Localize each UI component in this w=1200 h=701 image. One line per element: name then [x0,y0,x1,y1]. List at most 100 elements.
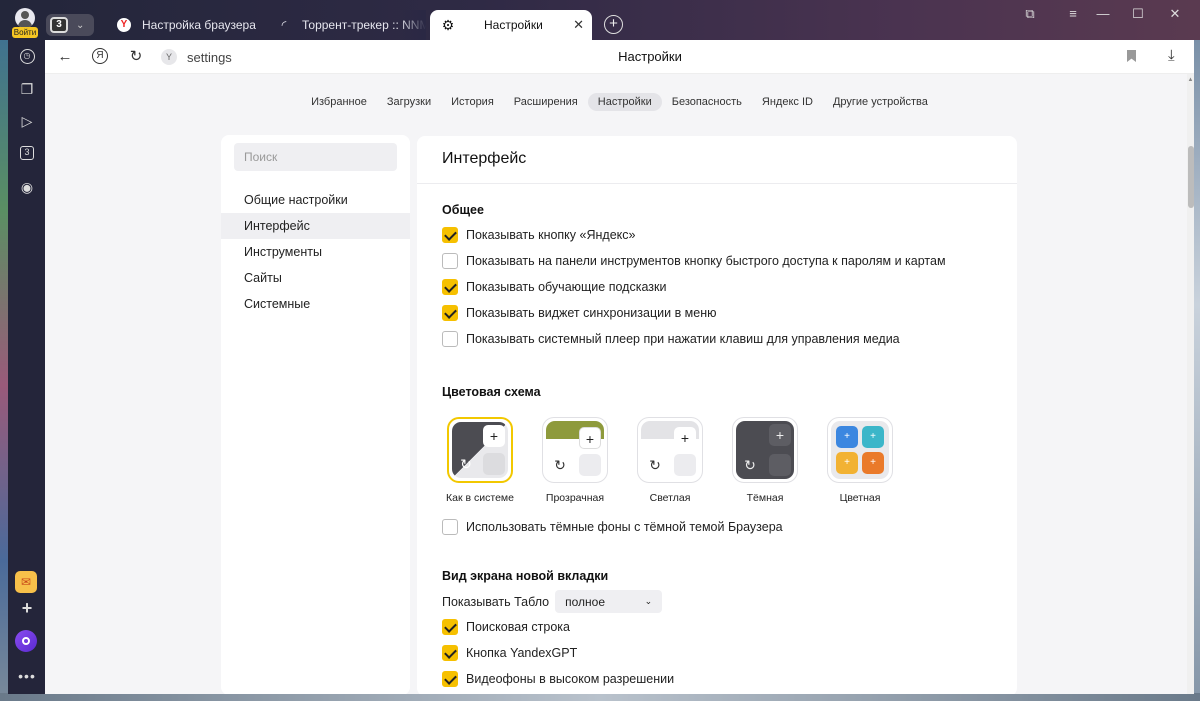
desktop-background [0,0,8,701]
play-icon[interactable]: ▷ [18,112,36,130]
theme-label: Цветная [839,492,881,504]
theme-label: Прозрачная [545,492,605,504]
settings-sidebar: Поиск Общие настройки Интерфейс Инструме… [221,135,410,694]
menu-item-sites[interactable]: Сайты [221,265,410,291]
checkbox[interactable] [442,619,458,635]
checkbox[interactable] [442,519,458,535]
site-info-icon[interactable]: Y [161,49,177,65]
option-passwords-button[interactable]: Показывать на панели инструментов кнопку… [442,253,946,269]
checkbox[interactable] [442,227,458,243]
tab-settings[interactable]: ⚙ Настройки ✕ [430,10,592,40]
option-dark-backgrounds[interactable]: Использовать тёмные фоны с тёмной темой … [442,519,783,535]
theme-light[interactable]: + ↻ Светлая [637,417,703,504]
checkbox[interactable] [442,305,458,321]
mail-icon[interactable]: ✉ [15,571,37,593]
theme-preview: + ↻ [732,417,798,483]
zen-icon[interactable]: 3 [18,144,36,162]
camera-icon[interactable]: ◉ [18,178,36,196]
download-icon[interactable]: ⤓ [1168,47,1175,64]
scrollbar-thumb[interactable] [1188,146,1194,208]
checkbox[interactable] [442,279,458,295]
option-tips[interactable]: Показывать обучающие подсказки [442,279,666,295]
minimize-button[interactable]: — [1088,6,1118,21]
menu-item-interface[interactable]: Интерфейс [221,213,410,239]
browser-titlebar: Войти 3 ⌄ Y Настройка браузера ◜ Торрент… [0,0,1200,40]
theme-label: Как в системе [446,492,514,504]
tab-torrent-tracker[interactable]: ◜ Торрент-трекер :: NNM-C [270,10,426,40]
back-icon[interactable]: ← [56,48,74,66]
option-search-bar[interactable]: Поисковая строка [442,619,570,635]
history-icon[interactable]: ◷ [18,47,36,65]
theme-preview: + + + + [827,417,893,483]
chevron-down-icon: ⌄ [76,19,85,31]
tab-title: Настройка браузера [142,18,256,32]
nav-history[interactable]: История [441,93,504,111]
checkbox[interactable] [442,645,458,661]
nav-other-devices[interactable]: Другие устройства [823,93,938,111]
login-label: Войти [12,27,38,38]
collections-icon[interactable]: ❐ [18,80,36,98]
nav-downloads[interactable]: Загрузки [377,93,441,111]
profile-button[interactable]: Войти [12,8,38,38]
address-bar: ← Я ↻ Y settings Настройки ⤓ [45,40,1194,74]
close-tab-icon[interactable]: ✕ [573,17,584,33]
tab-title: Настройки [484,18,543,32]
theme-picker: + ↻ Как в системе + ↻ Прозрачная + ↻ Све… [446,417,893,504]
settings-top-nav: Избранное Загрузки История Расширения На… [45,93,1194,111]
maximize-button[interactable]: ☐ [1123,6,1153,22]
menu-icon[interactable]: ≡ [1058,6,1088,21]
yandex-button[interactable]: Я [92,48,110,66]
option-system-player[interactable]: Показывать системный плеер при нажатии к… [442,331,900,347]
loading-icon: ◜ [281,18,287,32]
avatar-icon [15,8,35,28]
option-hd-videobackgrounds[interactable]: Видеофоны в высоком разрешении [442,671,674,687]
alice-icon[interactable] [15,630,37,652]
checkbox[interactable] [442,331,458,347]
theme-dark[interactable]: + ↻ Тёмная [732,417,798,504]
show-tablo-row: Показывать Табло полное ⌄ [442,590,663,613]
theme-label: Тёмная [746,492,784,504]
nav-settings[interactable]: Настройки [587,93,662,111]
theme-system[interactable]: + ↻ Как в системе [446,417,514,504]
bookmark-icon[interactable] [1127,50,1136,62]
url-field[interactable]: Y settings [161,49,232,65]
menu-item-tools[interactable]: Инструменты [221,239,410,265]
menu-item-general[interactable]: Общие настройки [221,187,410,213]
chevron-down-icon: ⌄ [644,596,653,606]
reload-icon[interactable]: ↻ [127,48,145,66]
page-title: Настройки [618,49,682,64]
settings-menu: Общие настройки Интерфейс Инструменты Са… [221,187,410,317]
nav-security[interactable]: Безопасность [662,93,752,111]
tab-count-button[interactable]: 3 ⌄ [46,14,94,36]
section-title: Интерфейс [442,150,527,167]
more-icon[interactable]: ••• [18,667,36,685]
menu-item-system[interactable]: Системные [221,291,410,317]
theme-colored[interactable]: + + + + Цветная [827,417,893,504]
settings-content: Интерфейс Общее Показывать кнопку «Яндек… [417,136,1017,694]
nav-favorites[interactable]: Избранное [301,93,377,111]
theme-label: Светлая [649,492,691,504]
page-scrollbar[interactable]: ▲ [1187,74,1194,694]
theme-preview: + ↻ [637,417,703,483]
desktop-background-bottom [0,693,1200,701]
general-heading: Общее [442,203,484,217]
checkbox[interactable] [442,253,458,269]
theme-preview: + ↻ [542,417,608,483]
option-yandex-button[interactable]: Показывать кнопку «Яндекс» [442,227,635,243]
collections-window-icon[interactable]: ⧉ [1015,6,1045,22]
nav-extensions[interactable]: Расширения [504,93,588,111]
settings-search-input[interactable]: Поиск [234,143,397,171]
tab-browser-settings[interactable]: Y Настройка браузера [108,10,266,40]
option-sync-widget[interactable]: Показывать виджет синхронизации в меню [442,305,717,321]
show-tablo-select[interactable]: полное ⌄ [555,590,663,613]
close-window-button[interactable]: ✕ [1160,6,1190,22]
theme-transparent[interactable]: + ↻ Прозрачная [542,417,608,504]
new-tab-button[interactable]: + [604,15,623,34]
option-yandexgpt-button[interactable]: Кнопка YandexGPT [442,645,577,661]
theme-preview: + ↻ [447,417,513,483]
scroll-up-icon[interactable]: ▲ [1187,77,1194,83]
checkbox[interactable] [442,671,458,687]
nav-yandex-id[interactable]: Яндекс ID [752,93,823,111]
show-tablo-label: Показывать Табло [442,594,550,609]
add-icon[interactable]: + [18,598,36,618]
